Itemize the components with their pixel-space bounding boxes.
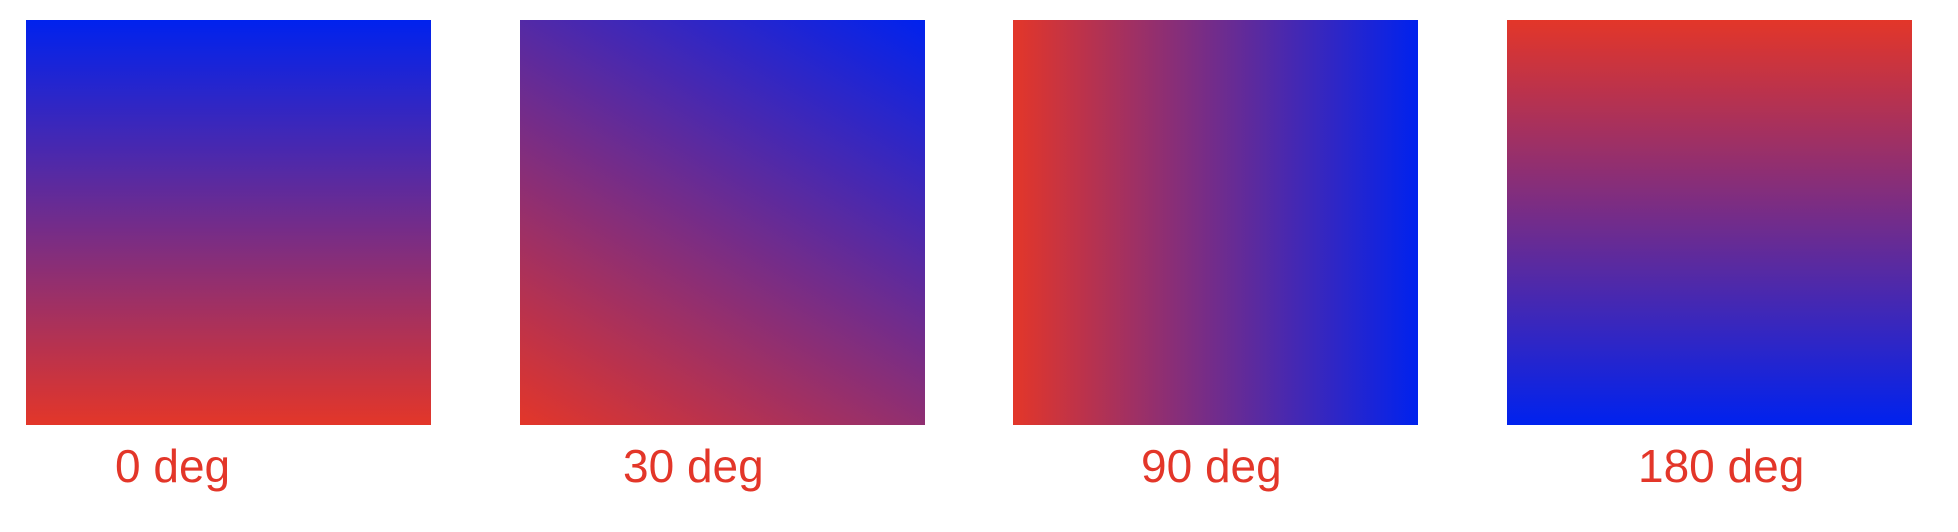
swatch-caption-30-deg: 30 deg (623, 440, 764, 492)
swatch-caption-180-deg: 180 deg (1638, 440, 1805, 492)
swatch-caption-0-deg: 0 deg (115, 440, 231, 492)
gradient-angle-demo: { "colors": { "red": "#e33629", "blue": … (0, 0, 1958, 532)
gradient-swatch-180-deg (1507, 20, 1912, 425)
gradient-swatch-0-deg (26, 20, 431, 425)
gradient-swatch-90-deg (1013, 20, 1418, 425)
gradient-swatch-30-deg (520, 20, 925, 425)
swatch-caption-90-deg: 90 deg (1141, 440, 1282, 492)
